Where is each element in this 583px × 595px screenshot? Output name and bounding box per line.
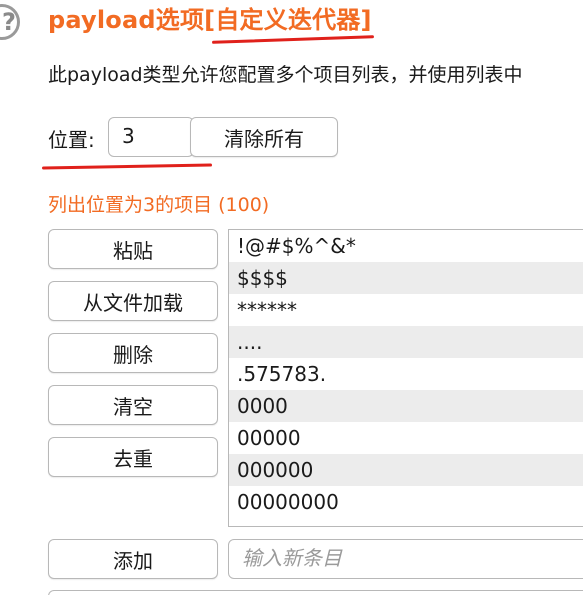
position-label: 位置: <box>48 128 95 152</box>
list-item[interactable]: ****** <box>229 294 583 326</box>
list-item[interactable]: .... <box>229 326 583 358</box>
position-annotation-underline <box>41 163 213 170</box>
list-item[interactable]: !@#$%^&* <box>229 230 583 262</box>
load-from-file-button[interactable]: 从文件加载 <box>48 281 218 321</box>
list-item[interactable]: 00000 <box>229 422 583 454</box>
deduplicate-button[interactable]: 去重 <box>48 437 218 477</box>
clear-button[interactable]: 清空 <box>48 385 218 425</box>
list-item[interactable]: 0000 <box>229 390 583 422</box>
list-item[interactable]: 000000 <box>229 454 583 486</box>
add-item-button[interactable]: 添加 <box>48 539 218 579</box>
clear-all-button[interactable]: 清除所有 <box>190 117 338 157</box>
title-annotation-underline <box>211 35 375 44</box>
list-heading: 列出位置为3的项目 (100) <box>48 194 270 216</box>
new-item-input[interactable]: 输入新条目 <box>228 539 583 579</box>
list-item[interactable]: 00000000 <box>229 486 583 518</box>
payload-options-panel: ? payload选项[自定义迭代器] 此payload类型允许您配置多个项目列… <box>0 0 583 595</box>
position-selector[interactable]: 3 <box>108 117 194 157</box>
section-title: payload选项[自定义迭代器] <box>48 6 372 34</box>
list-item[interactable]: .575783. <box>229 358 583 390</box>
section-description: 此payload类型允许您配置多个项目列表，并使用列表中 <box>48 64 523 86</box>
question-circle-icon[interactable]: ? <box>0 4 20 40</box>
list-item[interactable]: $$$$ <box>229 262 583 294</box>
payload-items-list[interactable]: !@#$%^&* $$$$ ****** .... .575783. 0000 … <box>228 229 583 527</box>
paste-button[interactable]: 粘贴 <box>48 229 218 269</box>
remove-button[interactable]: 删除 <box>48 333 218 373</box>
next-section-border <box>48 590 583 595</box>
